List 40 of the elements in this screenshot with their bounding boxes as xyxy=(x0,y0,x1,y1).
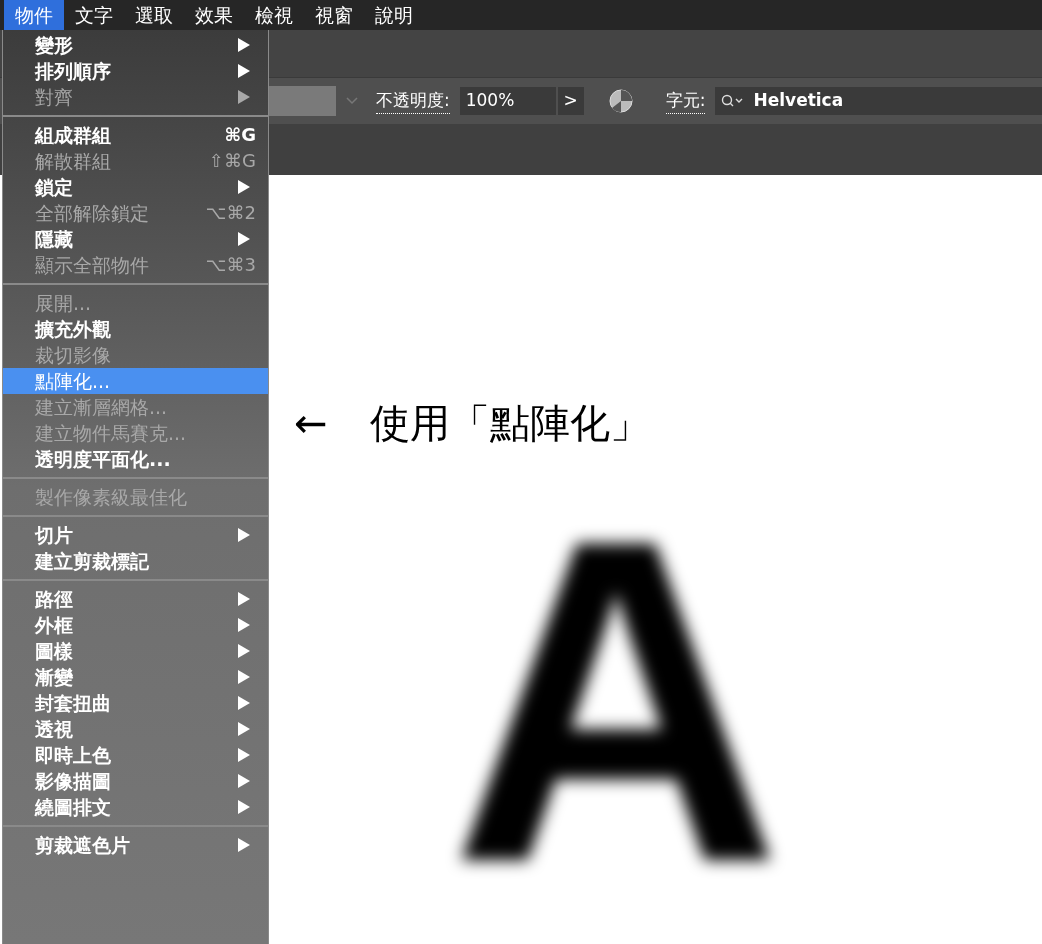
shortcut-text: ⌥⌘3 xyxy=(205,256,256,274)
menu-item[interactable]: 影像描圖 xyxy=(3,768,268,794)
menu-item[interactable]: 切片 xyxy=(3,522,268,548)
blurred-letter: A xyxy=(450,471,783,931)
opacity-label: 不透明度: xyxy=(376,87,450,115)
chevron-down-icon[interactable] xyxy=(346,97,358,105)
menu-item[interactable]: 外框 xyxy=(3,612,268,638)
menu-bar-item[interactable]: 說明 xyxy=(364,0,424,30)
shortcut-text: ⌥⌘2 xyxy=(205,204,256,222)
menu-item[interactable]: 點陣化... xyxy=(3,368,268,394)
menu-item[interactable]: 排列順序 xyxy=(3,58,268,84)
menu-item[interactable]: 即時上色 xyxy=(3,742,268,768)
menu-item[interactable]: 透明度平面化... xyxy=(3,446,268,472)
opacity-field[interactable]: 100% xyxy=(459,87,556,115)
font-search-field[interactable]: Helvetica xyxy=(715,87,1042,115)
menu-bar-item[interactable]: 效果 xyxy=(184,0,244,30)
menu-item[interactable]: 建立剪裁標記 xyxy=(3,548,268,574)
menu-bar-item[interactable]: 檢視 xyxy=(244,0,304,30)
arrow-text: ← xyxy=(294,399,328,448)
menu-item[interactable]: 擴充外觀 xyxy=(3,316,268,342)
menu-item[interactable]: 繞圖排文 xyxy=(3,794,268,820)
menu-item[interactable]: 封套扭曲 xyxy=(3,690,268,716)
annotation-text: 使用「點陣化」 xyxy=(369,399,650,448)
menu-item[interactable]: 剪裁遮色片 xyxy=(3,832,268,858)
menu-item[interactable]: 組成群組 ⌘G xyxy=(3,122,268,148)
menu-item[interactable]: 圖樣 xyxy=(3,638,268,664)
menu-item[interactable]: 路徑 xyxy=(3,586,268,612)
menu-item[interactable]: 隱藏 xyxy=(3,226,268,252)
menu-item[interactable]: 透視 xyxy=(3,716,268,742)
menu-item[interactable]: 鎖定 xyxy=(3,174,268,200)
opacity-arrow-button[interactable]: > xyxy=(557,87,584,115)
menu-item[interactable]: 漸變 xyxy=(3,664,268,690)
menu-bar-item[interactable]: 文字 xyxy=(64,0,124,30)
menu-bar-item[interactable]: 選取 xyxy=(124,0,184,30)
menu-bar-item[interactable]: 視窗 xyxy=(304,0,364,30)
shortcut-text: ⇧⌘G xyxy=(208,152,256,170)
character-label: 字元: xyxy=(665,87,706,115)
menu-item[interactable]: 變形 xyxy=(3,32,268,58)
shortcut-text: ⌘G xyxy=(224,126,256,144)
menu-bar-item[interactable]: 物件 xyxy=(4,0,64,30)
